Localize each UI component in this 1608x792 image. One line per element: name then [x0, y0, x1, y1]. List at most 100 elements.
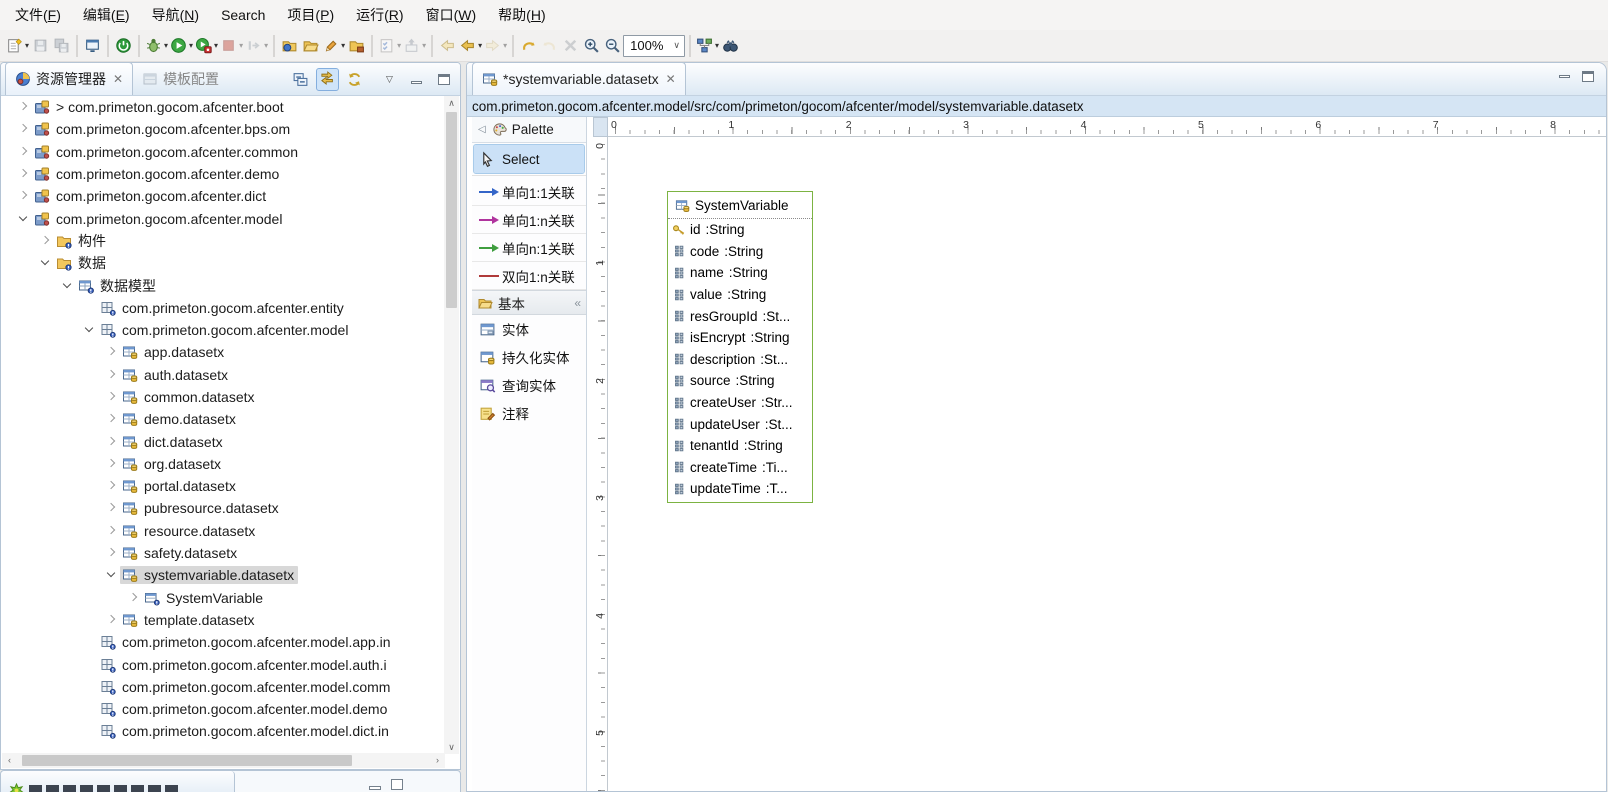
dropdown-caret-icon[interactable]: ▾: [214, 41, 218, 50]
dropdown-caret-icon[interactable]: ▾: [164, 41, 168, 50]
tree-item[interactable]: com.primeton.gocom.afcenter.model.demo: [2, 698, 445, 720]
expander-icon[interactable]: [16, 211, 32, 227]
expander-icon[interactable]: [104, 523, 120, 539]
tree-vertical-scrollbar[interactable]: ∧ ∨: [444, 96, 459, 754]
minimize-view-button[interactable]: [406, 69, 427, 90]
zoom-in-icon[interactable]: ▾ ∨: [581, 34, 602, 58]
redo-icon[interactable]: ▾ ∨: [539, 34, 560, 58]
expander-icon[interactable]: [16, 188, 32, 204]
tree-item[interactable]: app.datasetx: [2, 341, 445, 363]
expander-icon[interactable]: [104, 367, 120, 383]
last-edit-location-icon[interactable]: ▾ ∨: [437, 34, 458, 58]
zoom-out-icon[interactable]: ▾ ∨: [602, 34, 623, 58]
relaunch-icon[interactable]: ▾ ∨: [244, 34, 269, 58]
dropdown-caret-icon[interactable]: ▾: [189, 41, 193, 50]
import-folder-icon[interactable]: ▾ ∨: [346, 34, 367, 58]
expander-icon[interactable]: [82, 701, 98, 717]
toolbar-button[interactable]: ▾ ∨: [512, 35, 514, 57]
tree-item[interactable]: safety.datasetx: [2, 542, 445, 564]
palette-relation-tool[interactable]: 双向1:n关联: [472, 262, 586, 290]
editor-tab-systemvariable[interactable]: *systemvariable.datasetx ✕: [472, 62, 686, 95]
view-menu-button[interactable]: ▽: [379, 69, 400, 90]
palette-tool-select[interactable]: Select: [474, 145, 584, 173]
tree-horizontal-scrollbar[interactable]: ‹ ›: [2, 753, 445, 768]
entity-field[interactable]: resGroupId :St...: [668, 305, 812, 327]
bottom-minimize-button[interactable]: [369, 786, 381, 790]
scrollbar-thumb[interactable]: [446, 112, 457, 308]
diagram-canvas[interactable]: SystemVariable id :String code :String: [608, 137, 1606, 791]
open-resource-icon[interactable]: ▾ ∨: [279, 34, 300, 58]
entity-field[interactable]: id :String: [668, 219, 812, 241]
tree-item[interactable]: com.primeton.gocom.afcenter.model.comm: [2, 676, 445, 698]
highlighter-icon[interactable]: ▾ ∨: [321, 34, 346, 58]
collapse-pin-icon[interactable]: «: [574, 296, 581, 310]
toolbar-button[interactable]: ▾ ∨: [138, 35, 140, 57]
refresh-button[interactable]: [344, 69, 365, 90]
tree-item[interactable]: com.primeton.gocom.afcenter.dict: [2, 185, 445, 207]
menu-item[interactable]: 文件(F): [4, 1, 72, 29]
bottom-maximize-button[interactable]: [391, 779, 403, 790]
close-icon[interactable]: ✕: [113, 73, 123, 85]
tree-item[interactable]: 数据: [2, 252, 445, 274]
tree-item[interactable]: resource.datasetx: [2, 520, 445, 542]
palette-basic-tool[interactable]: 持久化实体: [472, 343, 586, 371]
expander-icon[interactable]: [126, 590, 142, 606]
toolbar-button[interactable]: ▾ ∨: [76, 35, 78, 57]
palette-basic-tool[interactable]: 注释: [472, 399, 586, 427]
entity-field[interactable]: tenantId :String: [668, 435, 812, 457]
tree-item[interactable]: org.datasetx: [2, 453, 445, 475]
toolbar-button[interactable]: ▾ ∨: [273, 35, 275, 57]
tree-item[interactable]: > com.primeton.gocom.afcenter.boot: [2, 96, 445, 118]
tree-item[interactable]: 数据模型: [2, 274, 445, 296]
entity-systemvariable[interactable]: SystemVariable id :String code :String: [667, 191, 813, 503]
expander-icon[interactable]: [104, 612, 120, 628]
scroll-up-icon[interactable]: ∧: [444, 96, 459, 110]
palette-basic-tool[interactable]: 实体: [472, 315, 586, 343]
expander-icon[interactable]: [82, 723, 98, 739]
back-icon[interactable]: ▾ ∨: [458, 34, 483, 58]
expander-icon[interactable]: [82, 322, 98, 338]
maximize-editor-button[interactable]: [1582, 71, 1594, 82]
tree-item[interactable]: com.primeton.gocom.afcenter.common: [2, 141, 445, 163]
expander-icon[interactable]: [82, 300, 98, 316]
tree-item[interactable]: com.primeton.gocom.afcenter.model.dict.i…: [2, 720, 445, 742]
new-wizard-icon[interactable]: ▾ ∨: [5, 34, 30, 58]
menu-item[interactable]: 编辑(E): [72, 1, 141, 29]
delete-icon[interactable]: ▾ ∨: [560, 34, 581, 58]
server-start-icon[interactable]: ▾ ∨: [113, 34, 134, 58]
palette-group-basic[interactable]: 基本 «: [472, 290, 586, 315]
tree-item[interactable]: com.primeton.gocom.afcenter.model.auth.i: [2, 653, 445, 675]
tree-item[interactable]: demo.datasetx: [2, 408, 445, 430]
entity-field[interactable]: description :St...: [668, 349, 812, 371]
layout-icon[interactable]: ▾ ∨: [695, 34, 720, 58]
tree-item[interactable]: com.primeton.gocom.afcenter.bps.om: [2, 118, 445, 140]
bottom-view-tab[interactable]: [1, 771, 235, 792]
dropdown-caret-icon[interactable]: ▾: [341, 41, 345, 50]
dropdown-caret-icon[interactable]: ▾: [478, 41, 482, 50]
entity-field[interactable]: code :String: [668, 241, 812, 263]
tree-item[interactable]: dict.datasetx: [2, 430, 445, 452]
dropdown-caret-icon[interactable]: ▾: [715, 41, 719, 50]
expander-icon[interactable]: [38, 233, 54, 249]
dropdown-caret-icon[interactable]: ▾: [264, 41, 268, 50]
entity-field[interactable]: name :String: [668, 262, 812, 284]
entity-field[interactable]: updateUser :St...: [668, 413, 812, 435]
tab-resource-explorer[interactable]: 资源管理器 ✕: [5, 62, 133, 95]
open-folder-icon[interactable]: ▾ ∨: [300, 34, 321, 58]
palette-header[interactable]: ◁ Palette: [472, 117, 586, 143]
collapse-all-button[interactable]: [290, 69, 311, 90]
expander-icon[interactable]: [104, 478, 120, 494]
run-icon[interactable]: ▾ ∨: [169, 34, 194, 58]
palette-relation-tool[interactable]: 单向1:1关联: [472, 178, 586, 206]
scroll-right-icon[interactable]: ›: [430, 753, 445, 768]
palette-relation-tool[interactable]: 单向n:1关联: [472, 234, 586, 262]
tree-item[interactable]: SystemVariable: [2, 587, 445, 609]
expander-icon[interactable]: [16, 166, 32, 182]
project-tree[interactable]: > com.primeton.gocom.afcenter.boot com.p…: [2, 96, 445, 754]
tree-item[interactable]: common.datasetx: [2, 386, 445, 408]
zoom-level-combo[interactable]: ▾ 100% ∨: [623, 35, 685, 57]
entity-field[interactable]: isEncrypt :String: [668, 327, 812, 349]
expander-icon[interactable]: [82, 634, 98, 650]
tree-item[interactable]: 构件: [2, 230, 445, 252]
toolbar-button[interactable]: ▾ ∨: [689, 35, 691, 57]
